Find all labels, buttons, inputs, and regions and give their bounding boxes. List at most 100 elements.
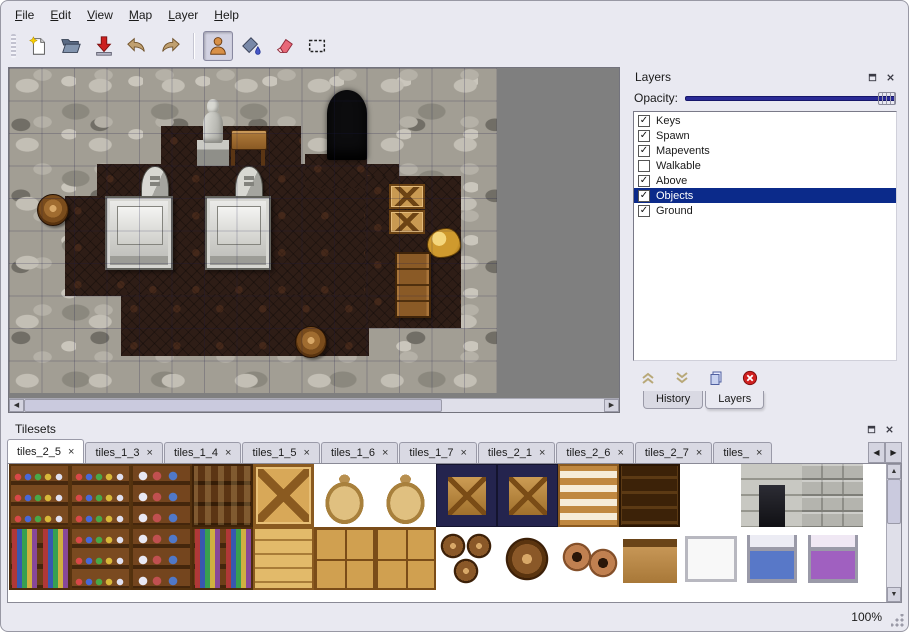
scroll-left-arrow[interactable]: ◀ [9, 399, 24, 412]
tileset-tab-tiles_1_6[interactable]: tiles_1_6× [321, 442, 398, 463]
tabs-scroll-left-button[interactable]: ◀ [868, 442, 885, 463]
select-tool-button[interactable] [302, 31, 332, 61]
tileset-tab-tiles_2_7[interactable]: tiles_2_7× [635, 442, 712, 463]
tileset-tile-shelf-books[interactable] [9, 527, 70, 590]
dock-tab-history[interactable]: History [643, 391, 703, 409]
layer-row-mapevents[interactable]: ✓Mapevents [634, 143, 896, 158]
tilesets-close-button[interactable] [882, 422, 897, 437]
tab-close-icon[interactable]: × [304, 448, 310, 458]
tileset-tile-crate-stack[interactable] [314, 527, 375, 590]
tileset-tab-tiles_2_5[interactable]: tiles_2_5× [7, 439, 84, 463]
layer-row-above[interactable]: ✓Above [634, 173, 896, 188]
layer-visibility-checkbox[interactable]: ✓ [638, 190, 650, 202]
layers-float-button[interactable] [865, 70, 880, 85]
tileset-tile-shelf-books[interactable] [192, 527, 253, 590]
tileset-tile-crate-x[interactable] [253, 464, 314, 527]
tab-close-icon[interactable]: × [539, 448, 545, 458]
tileset-tab-tiles_2_6[interactable]: tiles_2_6× [556, 442, 633, 463]
tileset-tile-empty[interactable] [680, 464, 741, 527]
scroll-track[interactable] [887, 479, 901, 587]
tileset-tile-crate-navy[interactable] [436, 464, 497, 527]
opacity-slider-track[interactable] [685, 96, 896, 101]
tab-close-icon[interactable]: × [382, 448, 388, 458]
layer-visibility-checkbox[interactable]: ✓ [638, 145, 650, 157]
tab-close-icon[interactable]: × [225, 448, 231, 458]
map-canvas[interactable] [9, 68, 497, 393]
scroll-thumb[interactable] [24, 399, 442, 412]
layer-visibility-checkbox[interactable]: ✓ [638, 205, 650, 217]
layers-close-button[interactable] [883, 70, 898, 85]
menu-help[interactable]: Help [206, 5, 247, 25]
menu-file[interactable]: File [7, 5, 42, 25]
tab-close-icon[interactable]: × [147, 448, 153, 458]
tileset-tile-crate-navy[interactable] [497, 464, 558, 527]
tileset-tile-bed-blue[interactable] [741, 527, 802, 590]
tab-close-icon[interactable]: × [460, 448, 466, 458]
tileset-tile-shelf-mixed[interactable] [131, 527, 192, 590]
opacity-slider-handle[interactable] [878, 92, 896, 105]
new-button[interactable] [23, 31, 53, 61]
tileset-tile-shelf-potions[interactable] [9, 464, 70, 527]
tileset-tab-tiles_2_1[interactable]: tiles_2_1× [478, 442, 555, 463]
save-button[interactable] [89, 31, 119, 61]
tileset-tile-crate-long[interactable] [253, 527, 314, 590]
layer-visibility-checkbox[interactable]: ✓ [638, 130, 650, 142]
layer-row-walkable[interactable]: Walkable [634, 158, 896, 173]
tileset-tile-barrel[interactable] [497, 527, 558, 590]
tileset-tile-crate-stack[interactable] [375, 527, 436, 590]
toolbar-handle[interactable] [11, 34, 16, 58]
open-button[interactable] [56, 31, 86, 61]
tileset-tile-shelf-mixed[interactable] [131, 464, 192, 527]
tileset-tile-pots[interactable] [558, 527, 619, 590]
scroll-down-arrow[interactable]: ▼ [887, 587, 901, 602]
layer-visibility-checkbox[interactable]: ✓ [638, 115, 650, 127]
tab-close-icon[interactable]: × [696, 448, 702, 458]
menu-view[interactable]: View [79, 5, 121, 25]
layer-visibility-checkbox[interactable]: ✓ [638, 175, 650, 187]
tileset-tab-tiles_[interactable]: tiles_× [713, 442, 772, 463]
layer-row-ground[interactable]: ✓Ground [634, 203, 896, 218]
resize-grip[interactable] [891, 614, 905, 628]
tileset-tile-shelf-tall-dark[interactable] [619, 464, 680, 527]
redo-button[interactable] [155, 31, 185, 61]
tileset-tile-bed-white[interactable] [680, 527, 741, 590]
tileset-tile-bed-purple[interactable] [802, 527, 863, 590]
tab-close-icon[interactable]: × [68, 447, 74, 457]
map-horizontal-scrollbar[interactable]: ◀ ▶ [9, 398, 619, 412]
tileset-tab-tiles_1_5[interactable]: tiles_1_5× [242, 442, 319, 463]
tabs-scroll-right-button[interactable]: ▶ [885, 442, 902, 463]
menu-layer[interactable]: Layer [160, 5, 206, 25]
layer-visibility-checkbox[interactable] [638, 160, 650, 172]
menu-edit[interactable]: Edit [42, 5, 79, 25]
menu-map[interactable]: Map [121, 5, 160, 25]
undo-button[interactable] [122, 31, 152, 61]
tileset-tile-shelf-potions[interactable] [70, 464, 131, 527]
layer-row-spawn[interactable]: ✓Spawn [634, 128, 896, 143]
scroll-thumb[interactable] [887, 479, 901, 524]
tilesets-float-button[interactable] [864, 422, 879, 437]
eraser-tool-button[interactable] [269, 31, 299, 61]
tileset-tile-sack[interactable] [375, 464, 436, 527]
tileset-tab-tiles_1_4[interactable]: tiles_1_4× [164, 442, 241, 463]
opacity-slider[interactable] [685, 92, 896, 105]
tileset-tile-shelf-potions[interactable] [70, 527, 131, 590]
tileset-tile-shelf-ladder[interactable] [558, 464, 619, 527]
delete-layer-button[interactable] [739, 368, 761, 388]
tileset-tile-bed-wood[interactable] [619, 527, 680, 590]
tileset-tile-wall-gray[interactable] [802, 464, 863, 527]
tileset-tab-tiles_1_3[interactable]: tiles_1_3× [85, 442, 162, 463]
duplicate-layer-button[interactable] [705, 368, 727, 388]
tileset-tile-shelf-dark[interactable] [192, 464, 253, 527]
tileset-tile-sack[interactable] [314, 464, 375, 527]
lower-layer-button[interactable] [671, 368, 693, 388]
fill-tool-button[interactable] [236, 31, 266, 61]
tileset-tile-barrels[interactable] [436, 527, 497, 590]
layer-row-keys[interactable]: ✓Keys [634, 113, 896, 128]
scroll-track[interactable] [24, 399, 604, 412]
tab-close-icon[interactable]: × [617, 448, 623, 458]
tileset-tile-wall-door[interactable] [741, 464, 802, 527]
layer-row-objects[interactable]: ✓Objects [634, 188, 896, 203]
dock-tab-layers[interactable]: Layers [705, 391, 764, 409]
tileset-vertical-scrollbar[interactable]: ▲ ▼ [886, 464, 901, 602]
scroll-up-arrow[interactable]: ▲ [887, 464, 901, 479]
